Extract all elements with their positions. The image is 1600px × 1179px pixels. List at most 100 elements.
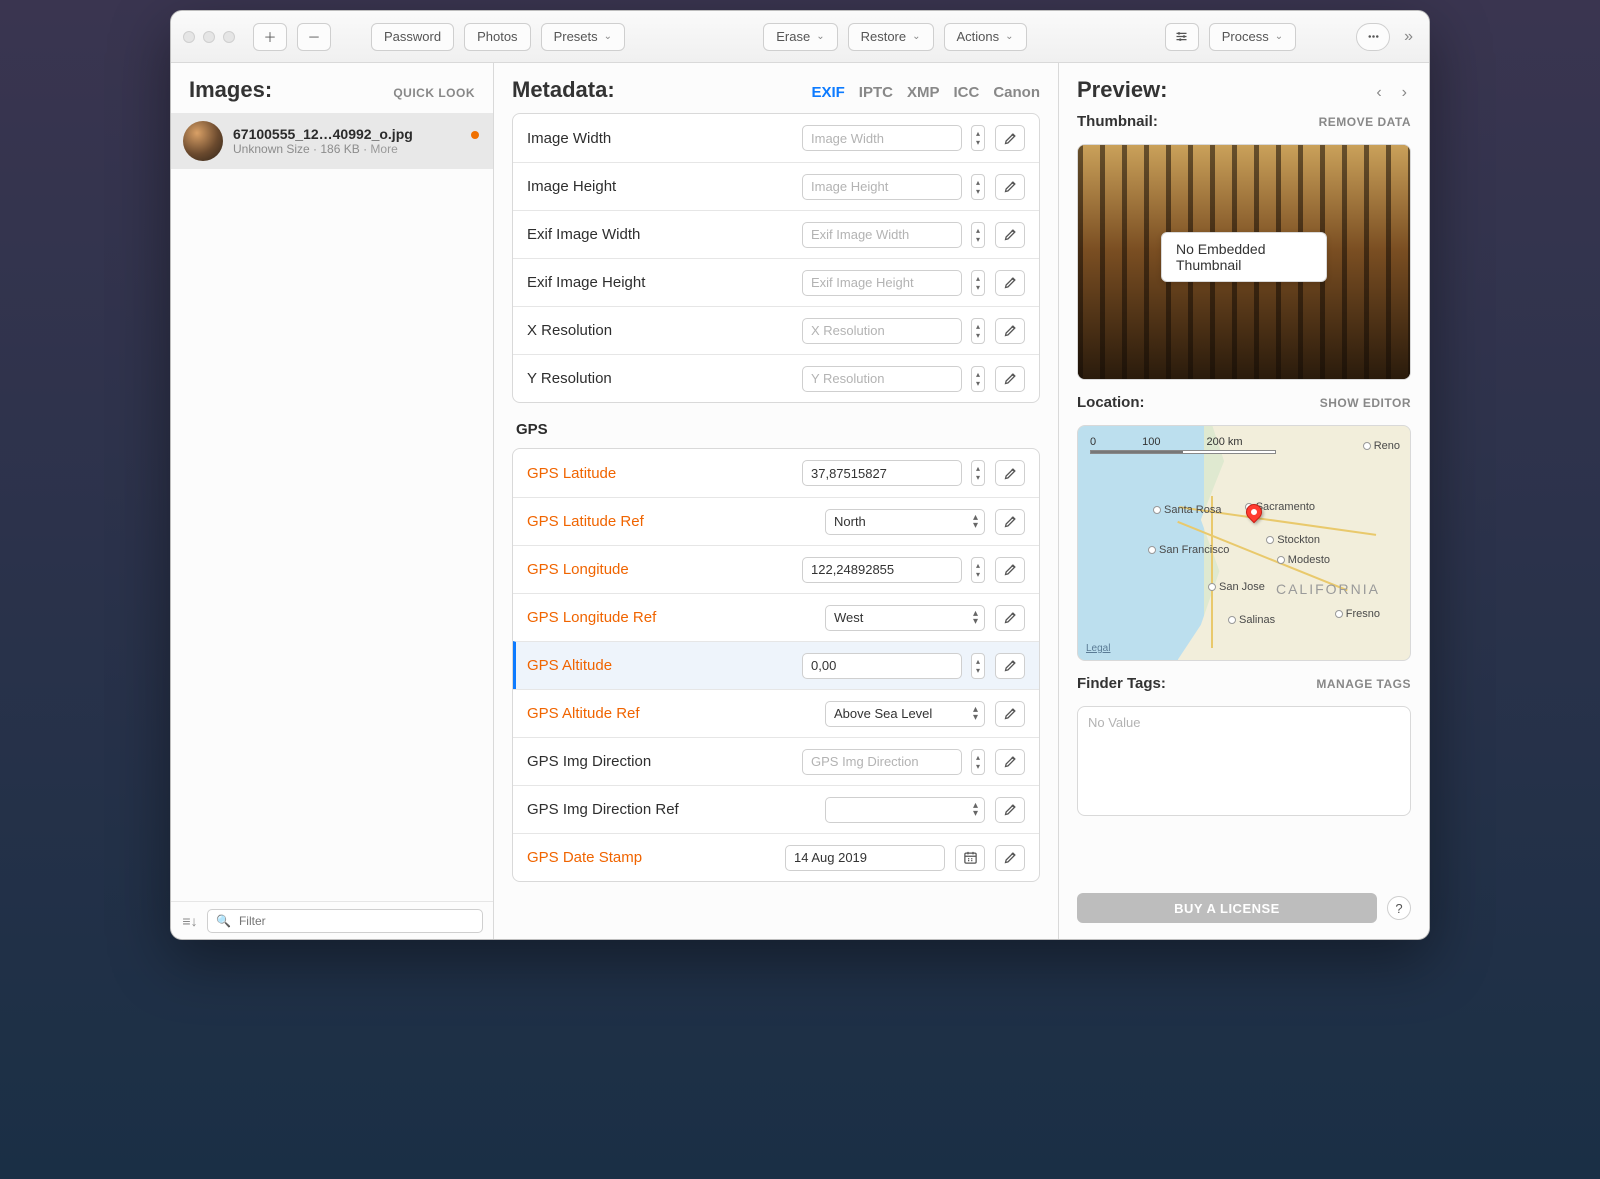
edit-button[interactable] <box>995 557 1025 583</box>
meta-label: GPS Latitude Ref <box>527 513 815 530</box>
stepper-control[interactable]: ▴▾ <box>971 318 985 344</box>
tab-exif[interactable]: EXIF <box>811 84 844 101</box>
erase-menu[interactable]: Erase⌄ <box>763 23 837 51</box>
remove-button[interactable]: － <box>297 23 331 51</box>
pencil-icon <box>1003 275 1018 290</box>
minimize-window[interactable] <box>203 31 215 43</box>
meta-value-field[interactable]: Y Resolution <box>802 366 962 392</box>
edit-button[interactable] <box>995 174 1025 200</box>
edit-button[interactable] <box>995 509 1025 535</box>
images-panel: Images: QUICK LOOK 67100555_12…40992_o.j… <box>171 63 494 939</box>
close-window[interactable] <box>183 31 195 43</box>
select-caret-icon: ▴▾ <box>973 802 978 818</box>
meta-value-field[interactable]: Image Height <box>802 174 962 200</box>
thumbnail-label: Thumbnail: <box>1077 113 1158 130</box>
filter-field[interactable]: 🔍 <box>207 909 483 933</box>
tab-xmp[interactable]: XMP <box>907 84 940 101</box>
stepper-control[interactable]: ▴▾ <box>971 557 985 583</box>
search-icon: 🔍 <box>216 914 231 928</box>
edit-button[interactable] <box>995 797 1025 823</box>
sort-button[interactable]: ≡↓ <box>181 913 199 929</box>
zoom-window[interactable] <box>223 31 235 43</box>
map-legal-link[interactable]: Legal <box>1086 643 1110 654</box>
meta-row-gps-date-stamp: GPS Date Stamp14 Aug 2019 <box>513 833 1039 881</box>
actions-menu[interactable]: Actions⌄ <box>944 23 1027 51</box>
process-menu[interactable]: Process⌄ <box>1209 23 1296 51</box>
meta-row-image-width: Image WidthImage Width▴▾ <box>513 114 1039 162</box>
presets-menu[interactable]: Presets⌄ <box>541 23 625 51</box>
image-list-item[interactable]: 67100555_12…40992_o.jpg Unknown Size · 1… <box>171 113 493 169</box>
window-controls <box>183 31 235 43</box>
edit-button[interactable] <box>995 653 1025 679</box>
quick-look-button[interactable]: QUICK LOOK <box>393 86 475 100</box>
location-map[interactable]: 0100200 km Reno Santa Rosa Sacramento Sa… <box>1077 425 1411 661</box>
meta-value-field[interactable]: West▴▾ <box>825 605 985 631</box>
stepper-control[interactable]: ▴▾ <box>971 125 985 151</box>
restore-menu[interactable]: Restore⌄ <box>848 23 934 51</box>
finder-tags-field[interactable]: No Value <box>1077 706 1411 816</box>
pencil-icon <box>1003 754 1018 769</box>
stepper-control[interactable]: ▴▾ <box>971 460 985 486</box>
edit-button[interactable] <box>995 125 1025 151</box>
meta-label: X Resolution <box>527 322 792 339</box>
edit-button[interactable] <box>995 318 1025 344</box>
meta-value-field[interactable]: 14 Aug 2019 <box>785 845 945 871</box>
pencil-icon <box>1003 658 1018 673</box>
calendar-button[interactable] <box>955 845 985 871</box>
stepper-control[interactable]: ▴▾ <box>971 222 985 248</box>
meta-row-exif-image-height: Exif Image HeightExif Image Height▴▾ <box>513 258 1039 306</box>
meta-row-gps-altitude-ref: GPS Altitude RefAbove Sea Level▴▾ <box>513 689 1039 737</box>
meta-value-field[interactable]: Exif Image Width <box>802 222 962 248</box>
stepper-control[interactable]: ▴▾ <box>971 653 985 679</box>
meta-value-field[interactable]: North▴▾ <box>825 509 985 535</box>
show-editor-button[interactable]: SHOW EDITOR <box>1320 396 1411 410</box>
pencil-icon <box>1003 371 1018 386</box>
select-caret-icon: ▴▾ <box>973 610 978 626</box>
photos-button[interactable]: Photos <box>464 23 530 51</box>
stepper-control[interactable]: ▴▾ <box>971 749 985 775</box>
meta-row-gps-longitude: GPS Longitude122,24892855▴▾ <box>513 545 1039 593</box>
overflow-icon[interactable]: » <box>1400 28 1417 46</box>
meta-value-field[interactable]: X Resolution <box>802 318 962 344</box>
edit-button[interactable] <box>995 366 1025 392</box>
edit-button[interactable] <box>995 222 1025 248</box>
meta-value-field[interactable]: ▴▾ <box>825 797 985 823</box>
meta-value-field[interactable]: 37,87515827 <box>802 460 962 486</box>
meta-value-field[interactable]: Image Width <box>802 125 962 151</box>
meta-value-field[interactable]: 0,00 <box>802 653 962 679</box>
stepper-control[interactable]: ▴▾ <box>971 270 985 296</box>
password-button[interactable]: Password <box>371 23 454 51</box>
chevron-down-icon: ⌄ <box>912 31 920 42</box>
app-window: ＋ － Password Photos Presets⌄ Erase⌄ Rest… <box>170 10 1430 940</box>
buy-license-button[interactable]: BUY A LICENSE <box>1077 893 1377 923</box>
prev-image-button[interactable]: ‹ <box>1372 84 1385 102</box>
edit-button[interactable] <box>995 270 1025 296</box>
filter-input[interactable] <box>237 913 474 929</box>
manage-tags-button[interactable]: MANAGE TAGS <box>1316 677 1411 691</box>
meta-value-field[interactable]: 122,24892855 <box>802 557 962 583</box>
image-more-link[interactable]: More <box>370 142 397 156</box>
help-button[interactable]: ? <box>1387 896 1411 920</box>
meta-row-gps-latitude: GPS Latitude37,87515827▴▾ <box>513 449 1039 497</box>
next-image-button[interactable]: › <box>1398 84 1411 102</box>
edit-button[interactable] <box>995 605 1025 631</box>
meta-value-field[interactable]: Exif Image Height <box>802 270 962 296</box>
edit-button[interactable] <box>995 749 1025 775</box>
add-button[interactable]: ＋ <box>253 23 287 51</box>
meta-value-field[interactable]: GPS Img Direction <box>802 749 962 775</box>
edit-button[interactable] <box>995 460 1025 486</box>
preview-panel: Preview: ‹ › Thumbnail: REMOVE DATA No E… <box>1059 63 1429 939</box>
meta-value-field[interactable]: Above Sea Level▴▾ <box>825 701 985 727</box>
stepper-control[interactable]: ▴▾ <box>971 174 985 200</box>
view-options-button[interactable] <box>1165 23 1199 51</box>
edit-button[interactable] <box>995 701 1025 727</box>
more-button[interactable] <box>1356 23 1390 51</box>
remove-data-button[interactable]: REMOVE DATA <box>1319 115 1411 129</box>
tab-iptc[interactable]: IPTC <box>859 84 893 101</box>
meta-label: GPS Img Direction Ref <box>527 801 815 818</box>
meta-row-gps-img-direction-ref: GPS Img Direction Ref ▴▾ <box>513 785 1039 833</box>
tab-canon[interactable]: Canon <box>993 84 1040 101</box>
tab-icc[interactable]: ICC <box>953 84 979 101</box>
stepper-control[interactable]: ▴▾ <box>971 366 985 392</box>
edit-button[interactable] <box>995 845 1025 871</box>
